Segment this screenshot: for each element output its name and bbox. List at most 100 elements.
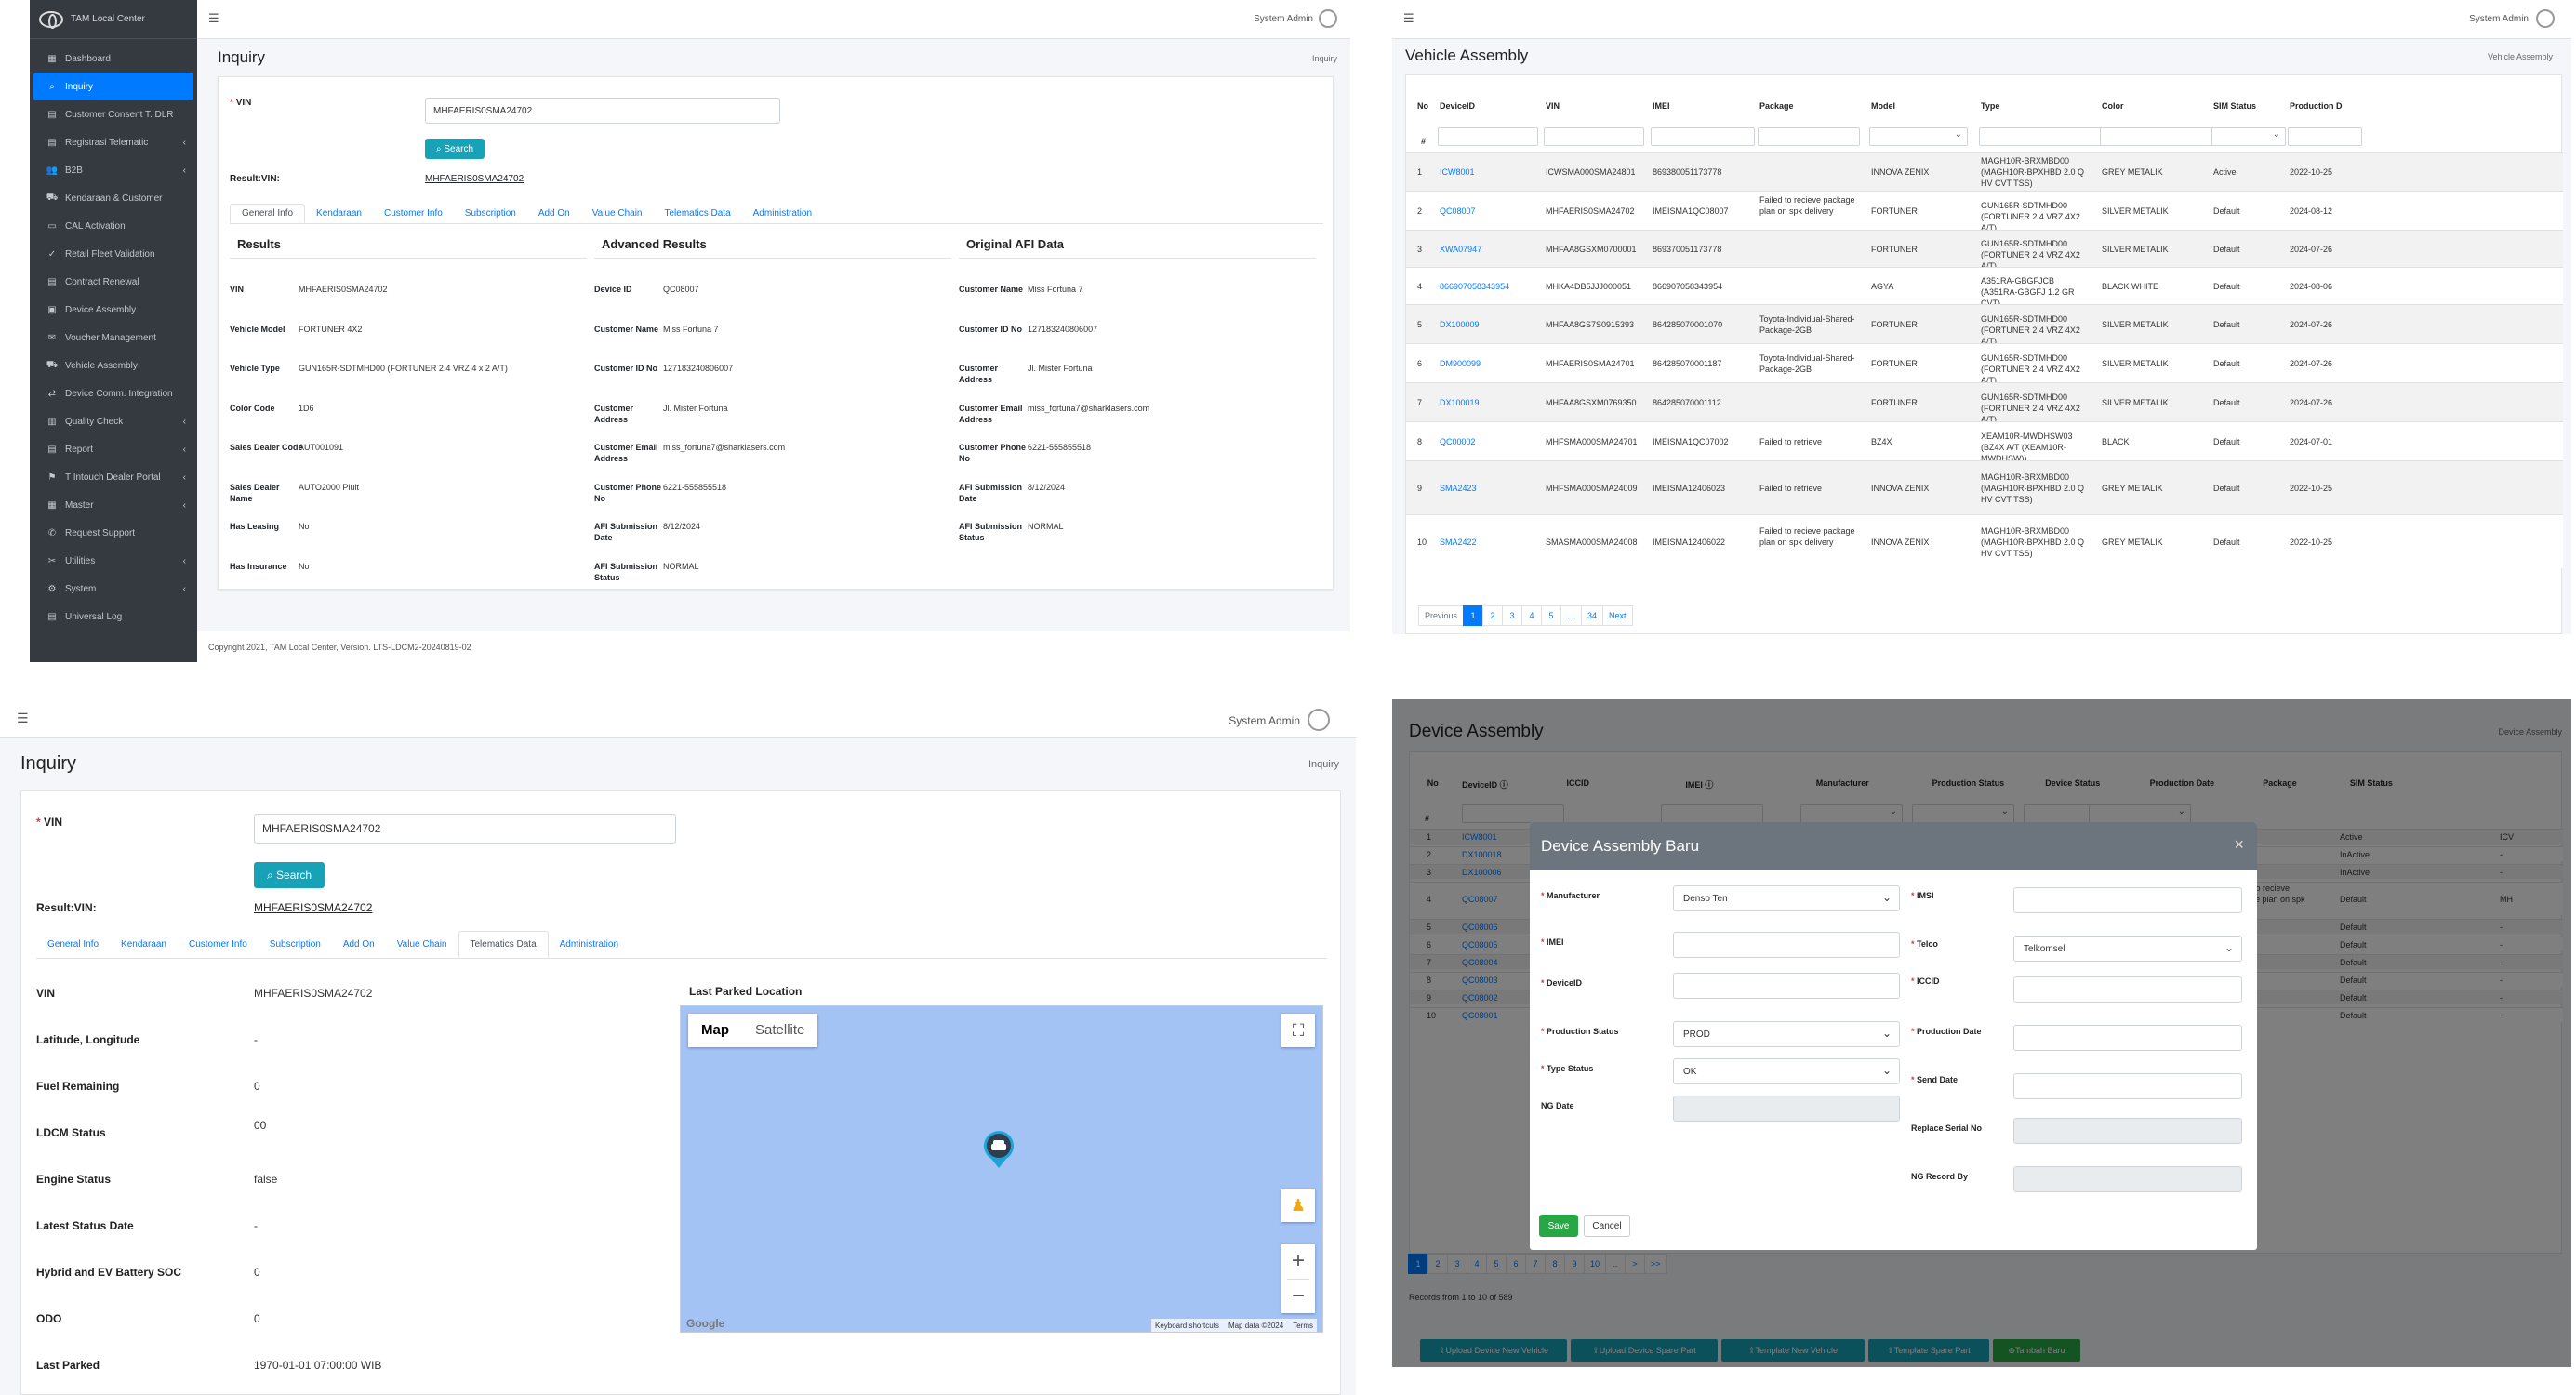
sidebar-item-device-assembly[interactable]: ▣ Device Assembly	[33, 296, 193, 324]
tab-general-info[interactable]: General Info	[36, 931, 110, 958]
user-avatar-icon[interactable]	[1308, 709, 1330, 731]
pagination-item[interactable]: 1	[1463, 605, 1484, 626]
tab-subscription[interactable]: Subscription	[259, 931, 332, 958]
pagination-item[interactable]: Previous	[1418, 605, 1465, 626]
tab-telematics-data[interactable]: Telematics Data	[654, 204, 742, 223]
terms-link[interactable]: Terms	[1293, 1322, 1313, 1330]
pagination-item[interactable]: …	[1560, 605, 1583, 626]
close-icon[interactable]: ×	[2234, 835, 2244, 855]
sidebar-item-cal-activation[interactable]: ▭ CAL Activation	[33, 212, 193, 240]
pagination-item[interactable]: 4	[1521, 605, 1543, 626]
sidebar-item-retail-fleet-validation[interactable]: ✓ Retail Fleet Validation	[33, 240, 193, 268]
map-tab[interactable]: Map	[688, 1014, 742, 1047]
tab-kendaraan[interactable]: Kendaraan	[110, 931, 178, 958]
sidebar-item-vehicle-assembly[interactable]: ⛟ Vehicle Assembly	[33, 352, 193, 379]
sidebar-item-voucher-management[interactable]: ✉ Voucher Management	[33, 324, 193, 352]
manufacturer-select[interactable]: Denso Ten	[1673, 885, 1900, 911]
vin-input[interactable]: MHFAERIS0SMA24702	[254, 814, 676, 844]
sidebar-item-b2b[interactable]: 👥 B2B ‹	[33, 156, 193, 184]
vin-input[interactable]: MHFAERIS0SMA24702	[425, 98, 780, 124]
satellite-tab[interactable]: Satellite	[742, 1014, 817, 1047]
pagination-item[interactable]: Next	[1602, 605, 1633, 626]
sidebar-item-contract-renewal[interactable]: ▤ Contract Renewal	[33, 268, 193, 296]
hamburger-icon[interactable]: ☰	[1403, 11, 1414, 26]
user-name[interactable]: System Admin	[2469, 14, 2529, 24]
breadcrumb[interactable]: Inquiry	[1312, 54, 1337, 63]
filter-input[interactable]	[2288, 127, 2362, 146]
tab-value-chain[interactable]: Value Chain	[581, 204, 654, 223]
sidebar-item-registrasi-telematic[interactable]: ▤ Registrasi Telematic ‹	[33, 128, 193, 156]
tab-administration[interactable]: Administration	[742, 204, 823, 223]
telco-select[interactable]: Telkomsel	[2013, 936, 2242, 962]
sidebar-item-report[interactable]: ▤ Report ‹	[33, 435, 193, 463]
cell-device[interactable]: 866907058343954	[1440, 281, 1542, 292]
cell-device[interactable]: ICW8001	[1440, 166, 1542, 178]
sidebar-item-utilities[interactable]: ✂ Utilities ‹	[33, 547, 193, 575]
imsi-input[interactable]	[2013, 887, 2242, 913]
tab-add-on[interactable]: Add On	[527, 204, 581, 223]
pegman-icon[interactable]: ♟	[1281, 1189, 1315, 1222]
filter-input[interactable]	[1758, 127, 1860, 146]
car-marker-icon[interactable]	[980, 1127, 1017, 1168]
cell-device[interactable]: DX100009	[1440, 319, 1542, 330]
sidebar-item-master[interactable]: ▦ Master ‹	[33, 491, 193, 519]
imei-input[interactable]	[1673, 932, 1900, 958]
last-parked-map[interactable]: Map Satellite ⛶ ♟ + − Google Keyboard sh…	[680, 1005, 1323, 1333]
tab-telematics-data[interactable]: Telematics Data	[458, 931, 549, 958]
tab-customer-info[interactable]: Customer Info	[178, 931, 259, 958]
cell-device[interactable]: SMA2423	[1440, 483, 1542, 494]
cell-device[interactable]: SMA2422	[1440, 537, 1542, 548]
production-status-select[interactable]: PROD	[1673, 1021, 1900, 1047]
user-avatar-icon[interactable]	[2536, 9, 2555, 28]
filter-input[interactable]	[1544, 127, 1644, 146]
pagination-item[interactable]: 2	[1482, 605, 1504, 626]
brand[interactable]: TAM Local Center	[30, 0, 197, 39]
pagination-item[interactable]: 5	[1541, 605, 1562, 626]
sidebar-item-device-comm-integration[interactable]: ⇄ Device Comm. Integration	[33, 379, 193, 407]
tab-customer-info[interactable]: Customer Info	[373, 204, 454, 223]
tab-general-info[interactable]: General Info	[230, 204, 306, 223]
cell-device[interactable]: QC00002	[1440, 436, 1542, 447]
sidebar-item-kendaraan-customer[interactable]: ⛟ Kendaraan & Customer	[33, 184, 193, 212]
hamburger-icon[interactable]: ☰	[17, 711, 29, 726]
tab-kendaraan[interactable]: Kendaraan	[305, 204, 373, 223]
tab-value-chain[interactable]: Value Chain	[386, 931, 458, 958]
search-button[interactable]: ⌕ Search	[254, 862, 325, 888]
tab-subscription[interactable]: Subscription	[454, 204, 527, 223]
cell-device[interactable]: XWA07947	[1440, 244, 1542, 255]
cancel-button[interactable]: Cancel	[1584, 1215, 1630, 1237]
tab-administration[interactable]: Administration	[549, 931, 630, 958]
filter-input[interactable]	[1979, 127, 2118, 146]
breadcrumb[interactable]: Vehicle Assembly	[2488, 52, 2553, 61]
zoom-out-icon[interactable]: −	[1281, 1280, 1315, 1313]
user-name[interactable]: System Admin	[1228, 714, 1300, 727]
filter-input[interactable]	[1869, 127, 1968, 146]
cell-device[interactable]: DX100019	[1440, 397, 1542, 408]
filter-input[interactable]	[1651, 127, 1755, 146]
cell-device[interactable]: DM900099	[1440, 358, 1542, 369]
sidebar-item-system[interactable]: ⚙ System ‹	[33, 575, 193, 603]
sidebar-item-universal-log[interactable]: ▤ Universal Log	[33, 603, 193, 631]
sidebar-item-request-support[interactable]: ✆ Request Support	[33, 519, 193, 547]
filter-input[interactable]	[2211, 127, 2286, 146]
fullscreen-icon[interactable]: ⛶	[1281, 1014, 1315, 1047]
sidebar-item-t-intouch-dealer-portal[interactable]: ⚑ T Intouch Dealer Portal ‹	[33, 463, 193, 491]
user-name[interactable]: System Admin	[1254, 14, 1313, 24]
zoom-in-icon[interactable]: +	[1281, 1244, 1315, 1278]
hamburger-icon[interactable]: ☰	[208, 11, 219, 26]
user-avatar-icon[interactable]	[1319, 9, 1337, 28]
sidebar-item-customer-consent-t-dlr[interactable]: ▤ Customer Consent T. DLR	[33, 100, 193, 128]
sidebar-item-dashboard[interactable]: ▦ Dashboard	[33, 45, 193, 73]
production-date-input[interactable]	[2013, 1025, 2242, 1051]
pagination-item[interactable]: 3	[1502, 605, 1523, 626]
sidebar-item-inquiry[interactable]: ⌕ Inquiry	[33, 73, 193, 100]
search-button[interactable]: ⌕ Search	[425, 139, 485, 159]
deviceid-input[interactable]	[1673, 973, 1900, 999]
send-date-input[interactable]	[2013, 1073, 2242, 1099]
cell-device[interactable]: QC08007	[1440, 206, 1542, 217]
type-status-select[interactable]: OK	[1673, 1058, 1900, 1084]
filter-input[interactable]	[1438, 127, 1538, 146]
tab-add-on[interactable]: Add On	[332, 931, 386, 958]
sidebar-item-quality-check[interactable]: ▥ Quality Check ‹	[33, 407, 193, 435]
iccid-input[interactable]	[2013, 976, 2242, 1003]
